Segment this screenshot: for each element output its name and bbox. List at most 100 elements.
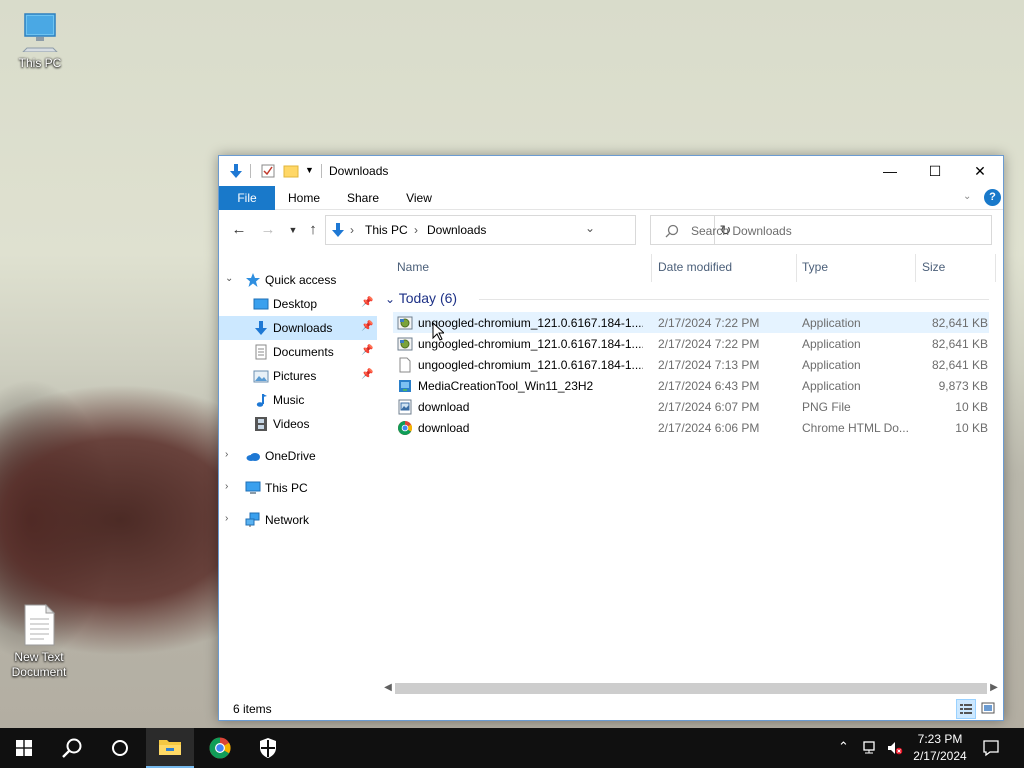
minimize-icon: — xyxy=(883,163,897,179)
column-divider[interactable] xyxy=(796,254,797,282)
file-type: Application xyxy=(802,358,861,372)
file-list: Name Date modified Type Size ⌄ Today (6)… xyxy=(379,250,1003,690)
column-header-size[interactable]: Size xyxy=(922,260,945,274)
pin-icon[interactable]: 📌 xyxy=(361,345,373,356)
breadcrumb-this-pc[interactable]: This PC xyxy=(365,223,408,237)
chevron-right-icon[interactable]: › xyxy=(225,513,228,524)
text-document-icon xyxy=(24,604,56,646)
navigation-pane: ⌄ Quick access Desktop 📌 Downloads 📌 Doc… xyxy=(219,256,379,686)
help-button[interactable]: ? xyxy=(984,189,1001,206)
group-header-today[interactable]: ⌄ Today (6) xyxy=(385,290,457,306)
scrollbar-thumb[interactable] xyxy=(395,683,987,694)
table-row[interactable]: MediaCreationTool_Win11_23H2 2/17/2024 6… xyxy=(393,375,989,396)
installer-icon xyxy=(397,337,413,351)
title-bar[interactable]: ▼ Downloads — ☐ ✕ xyxy=(219,156,1003,186)
scroll-left-icon[interactable]: ◀ xyxy=(381,680,395,696)
details-view-button[interactable] xyxy=(956,699,976,719)
search-box[interactable]: Search Downloads xyxy=(650,215,992,245)
properties-icon[interactable] xyxy=(260,163,276,179)
quick-access-toolbar-chevron-icon[interactable]: ▼ xyxy=(305,165,321,181)
expand-ribbon-chevron-icon[interactable]: ⌄ xyxy=(963,191,971,202)
ribbon: File Home Share View ⌄ ? xyxy=(219,186,1003,210)
pin-icon[interactable]: 📌 xyxy=(361,297,373,308)
sidebar-item-music[interactable]: Music xyxy=(219,388,377,412)
file-name: MediaCreationTool_Win11_23H2 xyxy=(418,379,594,393)
search-input[interactable]: Search Downloads xyxy=(691,224,792,238)
taskbar-app-chrome[interactable] xyxy=(196,728,244,768)
table-row[interactable]: download 2/17/2024 6:06 PM Chrome HTML D… xyxy=(393,417,989,438)
file-size: 10 KB xyxy=(955,400,988,414)
maximize-button[interactable]: ☐ xyxy=(912,156,958,186)
network-status-icon[interactable] xyxy=(862,739,880,757)
windows-logo-icon xyxy=(16,740,32,756)
address-dropdown-chevron-icon[interactable]: ⌄ xyxy=(585,221,595,235)
minimize-button[interactable]: — xyxy=(867,156,913,186)
table-row[interactable]: ungoogled-chromium_121.0.6167.184-1.... … xyxy=(393,312,989,333)
column-header-name[interactable]: Name xyxy=(397,260,429,274)
column-divider[interactable] xyxy=(995,254,996,282)
back-button[interactable]: ← xyxy=(230,221,248,239)
notifications-icon[interactable] xyxy=(982,739,1000,757)
file-name: download xyxy=(418,421,470,435)
breadcrumb-downloads[interactable]: Downloads xyxy=(427,223,486,237)
chevron-right-icon[interactable]: › xyxy=(225,481,228,492)
desktop-icon-new-text-document[interactable]: New Text Document xyxy=(1,604,77,680)
address-bar[interactable]: › This PC › Downloads ⌄ ↻ xyxy=(325,215,731,245)
sidebar-item-this-pc[interactable]: › This PC xyxy=(219,476,377,500)
column-divider[interactable] xyxy=(915,254,916,282)
forward-button[interactable]: → xyxy=(259,221,277,239)
new-folder-icon[interactable] xyxy=(283,163,299,179)
file-date: 2/17/2024 7:22 PM xyxy=(658,337,760,351)
sidebar-item-pictures[interactable]: Pictures 📌 xyxy=(219,364,377,388)
chevron-down-icon[interactable]: ⌄ xyxy=(225,273,233,284)
blank-file-icon xyxy=(399,357,411,373)
large-icons-view-button[interactable] xyxy=(979,699,999,719)
volume-muted-icon[interactable] xyxy=(886,739,904,757)
taskbar-app-file-explorer[interactable] xyxy=(146,728,194,768)
image-file-icon xyxy=(398,399,412,415)
cortana-circle-icon xyxy=(112,740,128,756)
tab-view[interactable]: View xyxy=(397,186,441,210)
file-date: 2/17/2024 7:22 PM xyxy=(658,316,760,330)
pin-icon[interactable]: 📌 xyxy=(361,369,373,380)
table-row[interactable]: download 2/17/2024 6:07 PM PNG File 10 K… xyxy=(393,396,989,417)
pin-icon[interactable]: 📌 xyxy=(361,321,373,332)
tab-share[interactable]: Share xyxy=(339,186,387,210)
taskbar-app-windows-security[interactable] xyxy=(244,728,292,768)
file-size: 82,641 KB xyxy=(931,358,988,372)
sidebar-item-label: Pictures xyxy=(273,369,317,383)
address-row: ← → ▼ ↑ › This PC › Downloads ⌄ ↻ Search… xyxy=(219,211,1003,249)
sidebar-item-videos[interactable]: Videos xyxy=(219,412,377,436)
film-strip-icon xyxy=(255,417,267,431)
table-row[interactable]: ungoogled-chromium_121.0.6167.184-1.... … xyxy=(393,354,989,375)
tab-home[interactable]: Home xyxy=(281,186,327,210)
sidebar-item-quick-access[interactable]: ⌄ Quick access xyxy=(219,268,377,292)
search-button[interactable] xyxy=(48,728,96,768)
sidebar-item-downloads[interactable]: Downloads 📌 xyxy=(219,316,377,340)
column-header-date-modified[interactable]: Date modified xyxy=(658,260,732,274)
file-name: ungoogled-chromium_121.0.6167.184-1.... xyxy=(418,337,643,351)
sidebar-item-desktop[interactable]: Desktop 📌 xyxy=(219,292,377,316)
up-button[interactable]: ↑ xyxy=(304,221,322,239)
sidebar-item-onedrive[interactable]: › OneDrive xyxy=(219,444,377,468)
scroll-right-icon[interactable]: ▶ xyxy=(987,680,1001,696)
close-button[interactable]: ✕ xyxy=(957,156,1003,186)
desktop-icon-label: New Text Document xyxy=(11,650,67,679)
desktop-icon-this-pc[interactable]: This PC xyxy=(2,12,78,71)
document-icon xyxy=(255,344,267,360)
file-type: Application xyxy=(802,337,861,351)
sidebar-item-documents[interactable]: Documents 📌 xyxy=(219,340,377,364)
tab-file[interactable]: File xyxy=(219,186,275,210)
maximize-icon: ☐ xyxy=(928,162,942,179)
system-clock[interactable]: 7:23 PM 2/17/2024 xyxy=(905,731,975,765)
column-divider[interactable] xyxy=(651,254,652,282)
task-view-button[interactable] xyxy=(96,728,144,768)
column-header-type[interactable]: Type xyxy=(802,260,828,274)
table-row[interactable]: ungoogled-chromium_121.0.6167.184-1.... … xyxy=(393,333,989,354)
recent-locations-button[interactable]: ▼ xyxy=(284,221,302,239)
horizontal-scrollbar[interactable]: ◀ ▶ xyxy=(379,680,1003,696)
sidebar-item-network[interactable]: › Network xyxy=(219,508,377,532)
start-button[interactable] xyxy=(0,728,48,768)
chevron-right-icon[interactable]: › xyxy=(225,449,228,460)
show-hidden-icons-chevron-icon[interactable]: ⌃ xyxy=(838,739,856,757)
